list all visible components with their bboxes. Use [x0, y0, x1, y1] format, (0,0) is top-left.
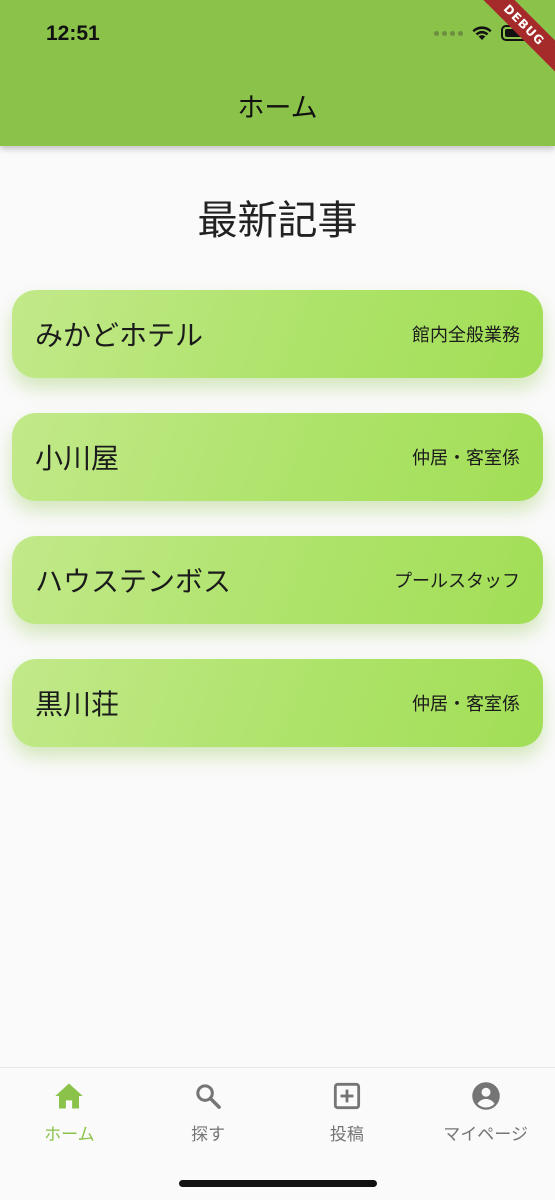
- article-card-name: ハウステンボス: [35, 565, 232, 598]
- wifi-icon: [472, 26, 492, 40]
- app-bar: 12:51 ホーム: [0, 0, 555, 146]
- account-circle-icon: [470, 1080, 502, 1112]
- article-card-role: プールスタッフ: [394, 571, 520, 592]
- nav-item-mypage[interactable]: マイページ: [416, 1078, 555, 1145]
- cellular-signal-icon: [434, 30, 463, 36]
- article-card-role: 館内全般業務: [412, 325, 520, 346]
- article-card-name: みかどホテル: [35, 319, 204, 352]
- article-card-role: 仲居・客室係: [412, 694, 520, 715]
- page-title: ホーム: [237, 93, 318, 124]
- article-card[interactable]: みかどホテル 館内全般業務: [12, 290, 543, 378]
- article-card-name: 小川屋: [35, 442, 120, 475]
- nav-item-search[interactable]: 探す: [139, 1078, 278, 1145]
- article-card[interactable]: 小川屋 仲居・客室係: [12, 413, 543, 501]
- status-time: 12:51: [46, 22, 100, 45]
- article-card[interactable]: 黒川荘 仲居・客室係: [12, 659, 543, 747]
- home-icon: [53, 1080, 85, 1112]
- app-screen: 12:51 ホーム DEBUG 最新記事 みかどホテル 館内全般業務 小川屋 仲…: [0, 0, 555, 1200]
- nav-label: マイページ: [443, 1125, 528, 1145]
- article-card-name: 黒川荘: [35, 688, 120, 721]
- nav-label: 投稿: [329, 1125, 364, 1145]
- article-list: みかどホテル 館内全般業務 小川屋 仲居・客室係 ハウステンボス プールスタッフ…: [12, 290, 543, 782]
- nav-label: ホーム: [44, 1125, 95, 1145]
- article-card-role: 仲居・客室係: [412, 448, 520, 469]
- section-title: 最新記事: [197, 198, 358, 244]
- nav-label: 探す: [191, 1125, 226, 1145]
- nav-item-home[interactable]: ホーム: [0, 1078, 139, 1145]
- nav-item-post[interactable]: 投稿: [278, 1078, 417, 1145]
- article-card[interactable]: ハウステンボス プールスタッフ: [12, 536, 543, 624]
- home-indicator[interactable]: [179, 1180, 377, 1187]
- add-box-icon: [331, 1080, 363, 1112]
- search-icon: [192, 1080, 224, 1112]
